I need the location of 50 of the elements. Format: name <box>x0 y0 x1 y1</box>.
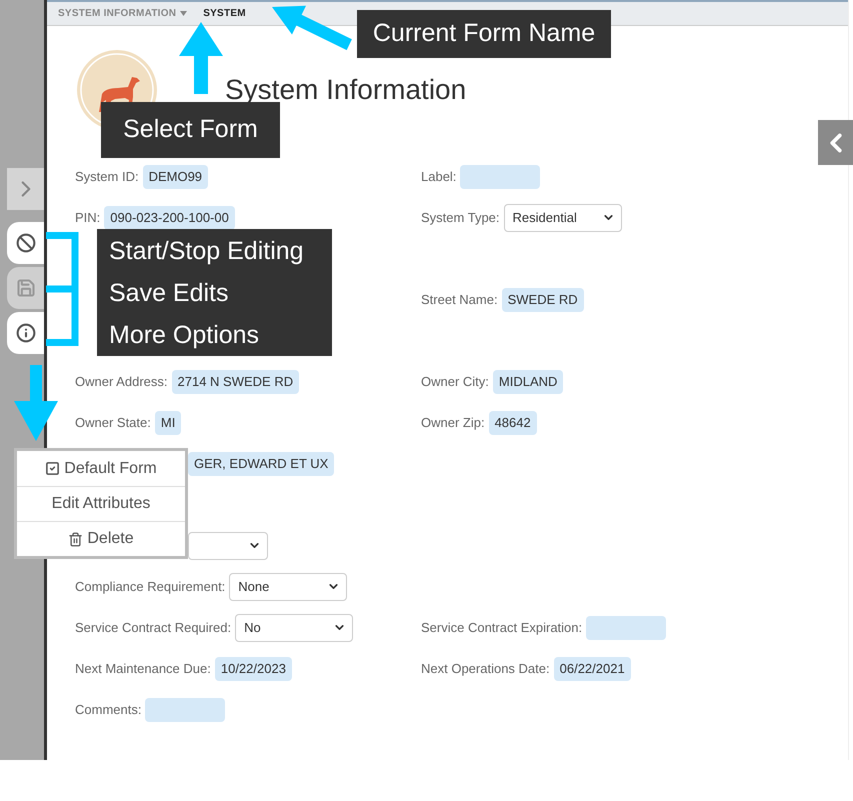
callout-text: Save Edits <box>109 278 230 308</box>
field-label: Owner State: <box>75 414 151 432</box>
collapse-tab[interactable] <box>818 120 853 165</box>
callout-text: More Options <box>109 320 260 350</box>
field-label: Street Name: <box>421 290 498 309</box>
tool-tab[interactable] <box>7 312 44 354</box>
input-field[interactable] <box>460 164 540 188</box>
input-field[interactable] <box>586 616 666 640</box>
input-field[interactable]: 48642 <box>488 410 537 434</box>
arrow <box>178 22 224 94</box>
input-field[interactable] <box>145 698 226 722</box>
info-icon <box>16 323 36 343</box>
menu-item[interactable]: Default Form <box>17 451 185 486</box>
select-field[interactable] <box>188 532 268 560</box>
field-label: Comments: <box>75 700 142 719</box>
caret-icon <box>180 11 188 16</box>
input-field[interactable]: 090-023-200-100-00 <box>104 206 235 230</box>
callout-text: Start/Stop Editing <box>109 236 305 266</box>
input-field[interactable]: GER, EDWARD ET UX <box>188 452 334 476</box>
field-label: System Type: <box>421 208 500 227</box>
field-label: Owner Address: <box>75 372 168 391</box>
input-field[interactable]: 10/22/2023 <box>214 656 292 680</box>
select-field[interactable]: Residential <box>504 204 622 232</box>
input-field[interactable]: SWEDE RD <box>502 288 584 312</box>
input-field[interactable]: DEMO99 <box>142 164 208 188</box>
select-field[interactable]: None <box>229 572 348 600</box>
input-field[interactable]: 06/22/2021 <box>554 656 631 680</box>
menu-item[interactable]: Edit Attributes <box>17 486 185 521</box>
field-label: PIN: <box>75 208 100 227</box>
breadcrumb-item[interactable]: SYSTEM <box>203 6 246 21</box>
field-label: Service Contract Expiration: <box>421 618 582 637</box>
input-field[interactable]: MI <box>154 410 182 434</box>
field-label: Service Contract Required: <box>75 618 232 637</box>
field-label: Next Operations Date: <box>421 660 550 678</box>
field-label: Owner City: <box>421 372 489 391</box>
field-label: System ID: <box>75 168 139 186</box>
field-label: Owner Zip: <box>421 414 485 432</box>
field-label: Compliance Requirement: <box>75 578 226 596</box>
field-label: Label: <box>421 168 456 186</box>
field-label: Next Maintenance Due: <box>75 660 211 678</box>
trash-icon <box>68 532 84 546</box>
input-field[interactable]: 2714 N SWEDE RD <box>172 370 300 394</box>
ban-icon <box>16 233 36 253</box>
expand-tab[interactable] <box>7 168 44 210</box>
select-field[interactable]: No <box>235 614 354 642</box>
menu-item[interactable]: Delete <box>17 521 185 556</box>
callout: Current Form Name <box>357 10 611 58</box>
tool-tab[interactable] <box>7 222 44 264</box>
input-field[interactable]: MIDLAND <box>492 370 564 394</box>
callout: Select Form <box>101 102 280 158</box>
